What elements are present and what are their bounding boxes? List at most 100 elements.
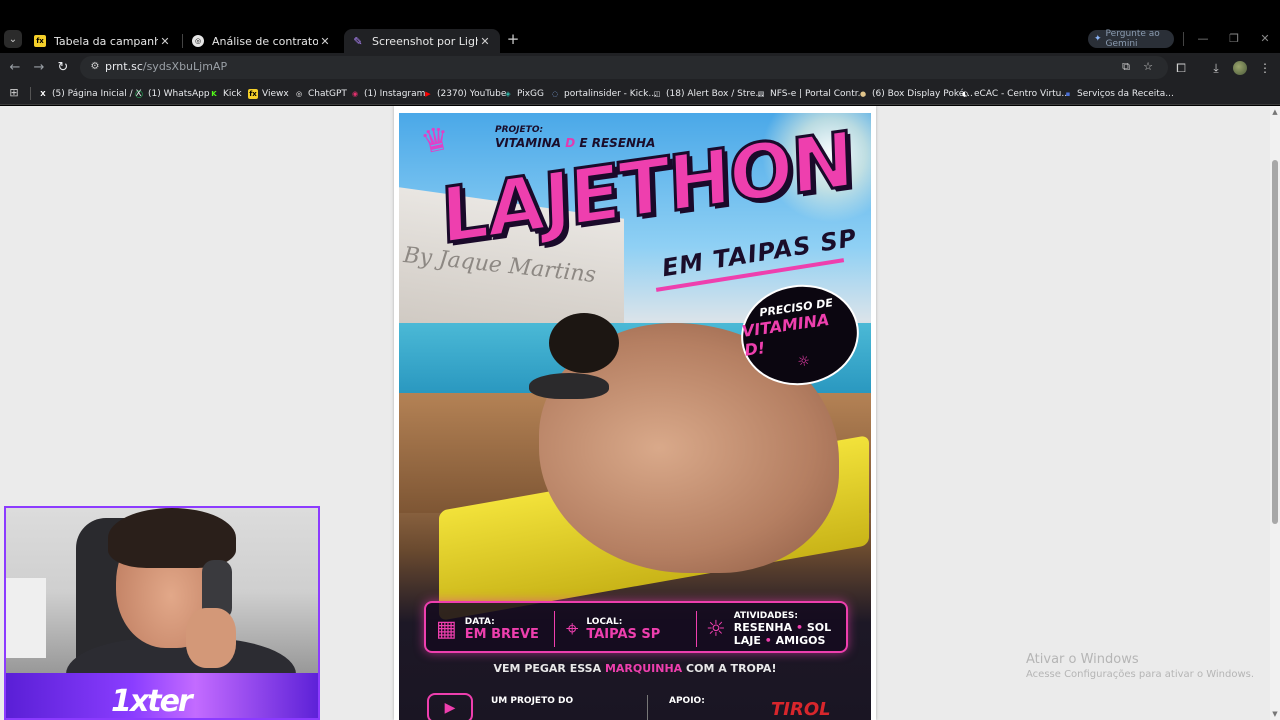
back-arrow-icon[interactable]: ←	[6, 59, 24, 77]
tab-viewx-campaign[interactable]: fx Tabela da campanha | Viewx ✕	[26, 29, 180, 53]
sun-icon: ☼	[796, 352, 812, 371]
bookmark-kick[interactable]: K Kick	[209, 85, 241, 102]
site-info-icon[interactable]: ⚙	[88, 60, 102, 74]
viewx-icon: fx	[248, 88, 258, 99]
kick-icon: K	[211, 89, 217, 98]
poster-call-to-action: VEM PEGAR ESSA MARQUINHA COM A TROPA!	[493, 662, 777, 675]
sun-icon: ☼	[706, 616, 726, 642]
document-icon: ▤	[757, 89, 765, 98]
info-divider	[554, 611, 555, 647]
location-pin-icon: ⌖	[566, 616, 579, 642]
calendar-icon: ▦	[436, 616, 457, 642]
tab-strip: ⌄ fx Tabela da campanha | Viewx ✕ ◎ Anál…	[0, 0, 1280, 53]
play-icon: ▶	[427, 693, 473, 720]
poster-pre-label: PROJETO:	[495, 125, 544, 135]
webcam-shelf	[6, 578, 46, 658]
streamer-hand	[186, 608, 236, 668]
receita-icon: ▪	[1065, 89, 1071, 98]
gemini-label: Pergunte ao Gemini	[1105, 29, 1160, 49]
watermark-title: Ativar o Windows	[1026, 652, 1139, 667]
poster-person-hair	[549, 313, 619, 373]
webcam-overlay: 1xter	[4, 506, 320, 720]
info-divider	[696, 611, 697, 647]
chatgpt-icon: ◎	[295, 89, 303, 98]
bookmarks-bar: ⊞ X (5) Página Inicial / X ◯ (1) WhatsApp …	[0, 82, 1280, 105]
address-bar[interactable]: ⚙ prnt.sc/sydsXbuLjmAP ⧉ ☆	[80, 56, 1168, 79]
window-close-icon[interactable]: ✕	[1256, 30, 1274, 48]
bookmarks-divider	[30, 87, 31, 100]
scroll-down-icon[interactable]: ▼	[1271, 710, 1279, 718]
page-scrollbar[interactable]: ▲ ▼	[1270, 106, 1280, 720]
viewx-icon: fx	[34, 35, 46, 47]
minimize-icon[interactable]: —	[1194, 30, 1212, 48]
tab-search-icon[interactable]: ⌄	[4, 30, 22, 48]
scroll-up-icon[interactable]: ▲	[1271, 108, 1279, 116]
close-icon[interactable]: ✕	[158, 35, 172, 48]
apps-grid-icon[interactable]: ⊞	[7, 86, 21, 100]
close-icon[interactable]: ✕	[318, 35, 332, 48]
poster-person-cap	[529, 373, 609, 399]
forward-arrow-icon[interactable]: →	[30, 59, 48, 77]
gemini-button[interactable]: ✦ Pergunte ao Gemini	[1088, 29, 1174, 49]
screenshot-frame: By Jaque Martins ♛ PROJETO: VITAMINA D E…	[394, 106, 876, 720]
streamer-hair	[108, 508, 236, 568]
bookmark-x[interactable]: X (5) Página Inicial / X	[38, 85, 141, 102]
event-info-box: ▦ DATA: EM BREVE ⌖ LOCAL: TAIPAS SP ☼ AT…	[424, 601, 848, 653]
poster-footer-support: APOIO:	[669, 696, 705, 706]
window-controls-divider	[1183, 32, 1184, 46]
tab-title: Screenshot por Lightshot	[372, 34, 478, 48]
windows-activation-watermark: Ativar o Windows Acesse Configurações pa…	[1026, 652, 1254, 680]
tab-title: Tabela da campanha | Viewx	[54, 34, 158, 48]
bookmark-alertbox[interactable]: ◫ (18) Alert Box / Stre...	[652, 85, 764, 102]
whatsapp-icon: ◯	[135, 89, 143, 98]
reload-icon[interactable]: ↻	[54, 59, 72, 77]
bookmark-nfse[interactable]: ▤ NFS-e | Portal Contr...	[756, 85, 867, 102]
poster-footer-project: UM PROJETO DO	[491, 696, 574, 706]
tab-title: Análise de contrato contábil	[212, 34, 318, 48]
info-activities: ☼ ATIVIDADES: RESENHA • SOL LAJE • AMIGO…	[706, 611, 832, 647]
sponsor-logo: TIROL	[771, 699, 831, 720]
pix-icon: ◈	[505, 89, 511, 98]
lightshot-icon: ✎	[353, 34, 363, 48]
install-app-icon[interactable]: ⧉	[1119, 60, 1133, 74]
url-text: prnt.sc/sydsXbuLjmAP	[105, 60, 228, 73]
bookmark-whatsapp[interactable]: ◯ (1) WhatsApp	[134, 85, 209, 102]
bookmark-box-display[interactable]: ● (6) Box Display Poké...	[858, 85, 973, 102]
crown-icon: ♛	[417, 118, 454, 162]
profile-avatar[interactable]	[1233, 61, 1247, 75]
bookmark-ecac[interactable]: ◐ eCAC - Centro Virtu...	[960, 85, 1070, 102]
bookmark-youtube[interactable]: ▶ (2370) YouTube	[423, 85, 506, 102]
bookmark-star-icon[interactable]: ☆	[1141, 60, 1155, 74]
bookmark-receita[interactable]: ▪ Serviços da Receita...	[1063, 85, 1174, 102]
scroll-thumb[interactable]	[1272, 160, 1278, 524]
bubble-line2: VITAMINA D!	[740, 309, 831, 360]
tab-lightshot[interactable]: ✎ Screenshot por Lightshot ✕	[344, 29, 500, 53]
streamer-logo: 1xter	[111, 684, 193, 719]
menu-kebab-icon[interactable]: ⋮	[1256, 59, 1274, 77]
browser-window: ⌄ fx Tabela da campanha | Viewx ✕ ◎ Anál…	[0, 0, 1280, 720]
bookmark-chatgpt[interactable]: ◎ ChatGPT	[294, 85, 347, 102]
tab-contract-analysis[interactable]: ◎ Análise de contrato contábil ✕	[184, 29, 340, 53]
pokemon-icon: ●	[859, 89, 867, 98]
globe-icon: ◌	[551, 89, 559, 98]
ecac-icon: ◐	[961, 89, 969, 98]
new-tab-button[interactable]: +	[505, 31, 521, 47]
info-date: ▦ DATA: EM BREVE	[436, 616, 539, 642]
bookmark-instagram[interactable]: ◉ (1) Instagram	[350, 85, 425, 102]
event-poster-image[interactable]: By Jaque Martins ♛ PROJETO: VITAMINA D E…	[399, 113, 871, 720]
footer-divider	[647, 695, 648, 720]
instagram-icon: ◉	[351, 89, 359, 98]
bookmark-viewx[interactable]: fx Viewx	[248, 85, 289, 102]
bookmark-pixgg[interactable]: ◈ PixGG	[503, 85, 544, 102]
streamelements-icon: ◫	[653, 89, 661, 98]
tab-divider	[182, 34, 183, 48]
download-icon[interactable]: ⤓	[1207, 59, 1225, 77]
browser-toolbar: ← → ↻ ⚙ prnt.sc/sydsXbuLjmAP ⧉ ☆ ⧠ ⤓ ⋮	[0, 53, 1280, 82]
chatgpt-icon: ◎	[192, 35, 204, 47]
close-icon[interactable]: ✕	[478, 35, 492, 48]
bookmark-portalinsider[interactable]: ◌ portalinsider - Kick...	[550, 85, 657, 102]
restore-icon[interactable]: ❐	[1225, 30, 1243, 48]
watermark-subtitle: Acesse Configurações para ativar o Windo…	[1026, 669, 1255, 680]
extensions-icon[interactable]: ⧠	[1172, 59, 1190, 77]
info-location: ⌖ LOCAL: TAIPAS SP	[566, 616, 661, 642]
